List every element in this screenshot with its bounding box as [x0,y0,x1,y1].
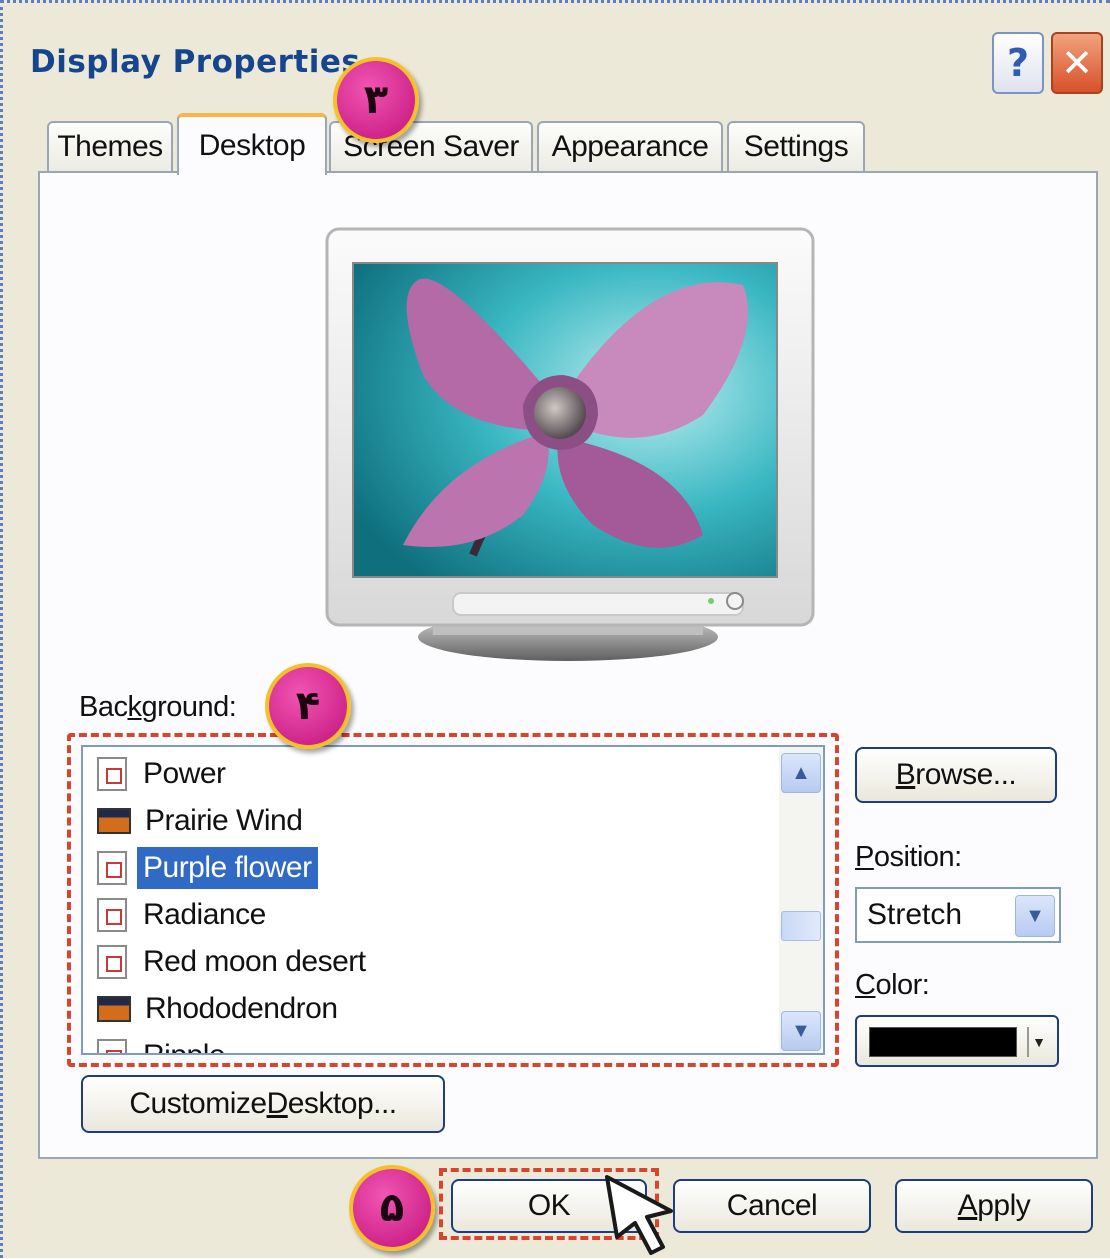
position-value: Stretch [867,898,963,931]
apply-button[interactable]: Apply [895,1179,1093,1233]
monitor-preview [325,227,815,661]
file-icon [97,757,127,791]
power-led [708,598,714,604]
step-3-badge: ٣ [333,57,419,143]
tab-settings-label: Settings [743,130,849,163]
step-3-number: ٣ [363,77,389,123]
list-item-prairie-wind[interactable]: Prairie Wind [97,800,308,842]
step-4-badge: ۴ [265,663,351,749]
file-icon [97,851,127,885]
image-icon [97,996,131,1022]
list-item-purple-flower[interactable]: Purple flower [97,847,318,889]
position-dropdown-button[interactable]: ▼ [1015,895,1055,937]
customize-desktop-button[interactable]: Customize Desktop... [81,1075,445,1133]
tab-themes[interactable]: Themes [47,121,173,171]
chevron-up-icon: ▲ [791,761,811,784]
close-icon: ✕ [1061,41,1093,85]
color-picker-button[interactable]: ▼ [855,1015,1059,1067]
tab-settings[interactable]: Settings [727,121,865,171]
color-swatch [869,1027,1017,1057]
chevron-down-icon: ▼ [791,1019,811,1042]
list-scrollbar[interactable]: ▲ ▼ [779,747,823,1053]
image-icon [97,808,131,834]
file-icon [97,898,127,932]
list-item-red-moon-desert[interactable]: Red moon desert [97,941,372,983]
scroll-down-button[interactable]: ▼ [781,1011,821,1051]
file-icon [97,1039,127,1053]
step-5-number: ۵ [379,1185,405,1231]
mouse-cursor-icon [605,1175,673,1255]
file-icon [97,945,127,979]
scroll-up-button[interactable]: ▲ [781,753,821,793]
color-label: Color: [855,969,930,1001]
help-button[interactable]: ? [992,32,1044,94]
step-5-badge: ۵ [349,1165,435,1251]
title-bar: Display Properties ? ✕ [6,6,1110,106]
scroll-thumb[interactable] [781,911,821,941]
chevron-down-icon: ▼ [1025,904,1045,927]
help-icon: ? [1006,41,1030,85]
step-4-number: ۴ [295,683,321,729]
tab-desktop[interactable]: Desktop [177,113,327,175]
position-label: Position: [855,841,962,873]
close-button[interactable]: ✕ [1051,32,1103,94]
list-item-radiance[interactable]: Radiance [97,894,272,936]
window-title: Display Properties [30,44,361,80]
list-item-ripple[interactable]: Ripple [97,1035,231,1053]
list-item-rhododendron[interactable]: Rhododendron [97,988,344,1030]
cancel-button[interactable]: Cancel [673,1179,871,1233]
tab-appearance[interactable]: Appearance [537,121,723,171]
tab-appearance-label: Appearance [551,130,709,163]
tab-desktop-label: Desktop [198,129,306,162]
browse-button[interactable]: Browse... [855,747,1057,803]
display-properties-window: Display Properties ? ✕ Themes Desktop Sc… [0,0,1110,1258]
list-item-power[interactable]: Power [97,753,232,795]
background-list[interactable]: Power Prairie Wind Purple flower Radianc… [81,745,825,1055]
tab-themes-label: Themes [57,130,163,163]
position-select[interactable]: Stretch ▼ [855,887,1061,943]
dropdown-arrow-icon: ▼ [1027,1027,1049,1057]
background-label: Background: [79,691,237,723]
